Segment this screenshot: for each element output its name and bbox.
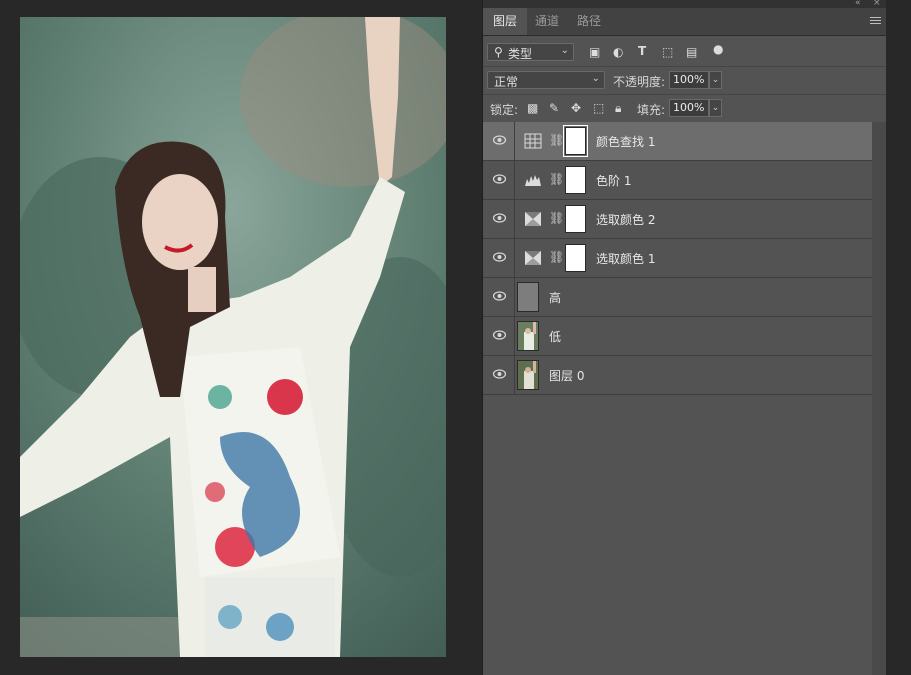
opacity-label: 不透明度:	[613, 75, 666, 89]
layer-row[interactable]: 高	[483, 278, 872, 317]
layer-name: 低	[549, 330, 562, 344]
lock-artboard-icon[interactable]: ⬚	[593, 101, 604, 115]
tab-layers[interactable]: 图层	[483, 8, 528, 35]
filter-kind-select[interactable]: ⚲ 类型 ⌄	[487, 43, 574, 61]
divider	[514, 161, 515, 199]
chevron-down-icon: ⌄	[591, 73, 600, 84]
opacity-dropdown-icon[interactable]: ⌄	[709, 71, 722, 89]
link-icon[interactable]: ⛓︎	[549, 172, 564, 186]
lock-position-icon[interactable]: ✥	[571, 101, 581, 115]
layer-row[interactable]: ⛓︎ 色阶 1	[483, 161, 872, 200]
link-icon[interactable]: ⛓︎	[549, 250, 564, 264]
layer-name: 高	[549, 291, 562, 305]
tab-paths[interactable]: 路径	[567, 8, 611, 35]
visibility-eye-icon[interactable]	[493, 174, 506, 184]
filter-row: ⚲ 类型 ⌄ ▣ ◐ T ⬚ ▤ ●	[483, 36, 887, 67]
link-icon[interactable]: ⛓︎	[549, 211, 564, 225]
color-lookup-icon	[524, 133, 542, 149]
visibility-eye-icon[interactable]	[493, 213, 506, 223]
divider	[514, 122, 515, 160]
layers-scrollbar[interactable]	[872, 122, 887, 675]
blend-mode-select[interactable]: 正常 ⌄	[487, 71, 605, 89]
layer-row[interactable]: 低	[483, 317, 872, 356]
search-icon: ⚲	[494, 45, 503, 59]
tab-channels[interactable]: 通道	[525, 8, 569, 35]
selective-color-icon	[525, 251, 541, 265]
divider	[514, 239, 515, 277]
layer-thumbnail[interactable]	[517, 360, 539, 390]
lock-row: 锁定: ▩ ✎ ✥ ⬚ 🔒︎ 填充: 100% ⌄	[483, 95, 887, 123]
layer-name: 色阶 1	[596, 174, 632, 188]
layer-thumbnail[interactable]	[517, 321, 539, 351]
type-filter-icon[interactable]: T	[638, 44, 646, 58]
panel-menu-icon[interactable]	[870, 15, 881, 26]
filter-kind-label: 类型	[508, 47, 533, 61]
chevron-down-icon: ⌄	[560, 45, 569, 56]
visibility-eye-icon[interactable]	[493, 369, 506, 379]
lock-transparent-icon[interactable]: ▩	[527, 101, 538, 115]
document-photo	[20, 17, 446, 657]
blend-row: 正常 ⌄ 不透明度: 100% ⌄	[483, 67, 887, 95]
layer-mask-thumbnail[interactable]	[565, 205, 586, 233]
blend-mode-label: 正常	[494, 75, 519, 89]
side-dock	[886, 0, 911, 675]
visibility-eye-icon[interactable]	[493, 135, 506, 145]
layer-name: 颜色查找 1	[596, 135, 656, 149]
divider	[514, 356, 515, 394]
collapse-icon[interactable]: «	[855, 0, 861, 8]
selective-color-icon	[525, 212, 541, 226]
fill-dropdown-icon[interactable]: ⌄	[709, 99, 722, 117]
layer-row[interactable]: 图层 0	[483, 356, 872, 395]
layer-row[interactable]: ⛓︎ 颜色查找 1	[483, 122, 872, 161]
lock-label: 锁定:	[490, 103, 519, 117]
smart-object-filter-icon[interactable]: ▤	[686, 45, 697, 59]
filter-toggle-icon[interactable]: ●	[713, 42, 723, 56]
link-icon[interactable]: ⛓︎	[549, 133, 564, 147]
layer-thumbnail[interactable]	[517, 282, 539, 312]
close-icon[interactable]: ×	[873, 0, 881, 8]
divider	[514, 278, 515, 316]
adjustment-filter-icon[interactable]: ◐	[613, 45, 623, 59]
fill-field[interactable]: 100%	[669, 99, 709, 117]
layer-row[interactable]: ⛓︎ 选取颜色 1	[483, 239, 872, 278]
lock-all-icon[interactable]: 🔒︎	[615, 101, 621, 116]
pixel-filter-icon[interactable]: ▣	[589, 45, 600, 59]
levels-histogram-icon	[525, 175, 541, 186]
layer-row[interactable]: ⛓︎ 选取颜色 2	[483, 200, 872, 239]
layer-name: 选取颜色 1	[596, 252, 656, 266]
visibility-eye-icon[interactable]	[493, 330, 506, 340]
layer-name: 图层 0	[549, 369, 585, 383]
visibility-eye-icon[interactable]	[493, 252, 506, 262]
document-canvas[interactable]	[0, 0, 482, 675]
layer-name: 选取颜色 2	[596, 213, 656, 227]
divider	[514, 317, 515, 355]
divider	[514, 200, 515, 238]
layers-panel: « × 图层 通道 路径 ⚲ 类型 ⌄ ▣ ◐ T ⬚ ▤ ● 正常 ⌄ 不透明…	[482, 0, 887, 675]
layer-mask-thumbnail[interactable]	[565, 166, 586, 194]
opacity-field[interactable]: 100%	[669, 71, 709, 89]
lock-paint-icon[interactable]: ✎	[549, 101, 559, 115]
panel-titlebar: « ×	[483, 0, 887, 8]
fill-label: 填充:	[637, 103, 666, 117]
layer-mask-thumbnail[interactable]	[563, 125, 588, 157]
layers-list: ⛓︎ 颜色查找 1 ⛓︎ 色阶 1 ⛓︎ 选取颜色 2 ⛓︎ 选取颜色 1 高 …	[483, 122, 872, 395]
layer-mask-thumbnail[interactable]	[565, 244, 586, 272]
visibility-eye-icon[interactable]	[493, 291, 506, 301]
shape-filter-icon[interactable]: ⬚	[662, 45, 673, 59]
panel-tabs: 图层 通道 路径	[483, 8, 887, 36]
